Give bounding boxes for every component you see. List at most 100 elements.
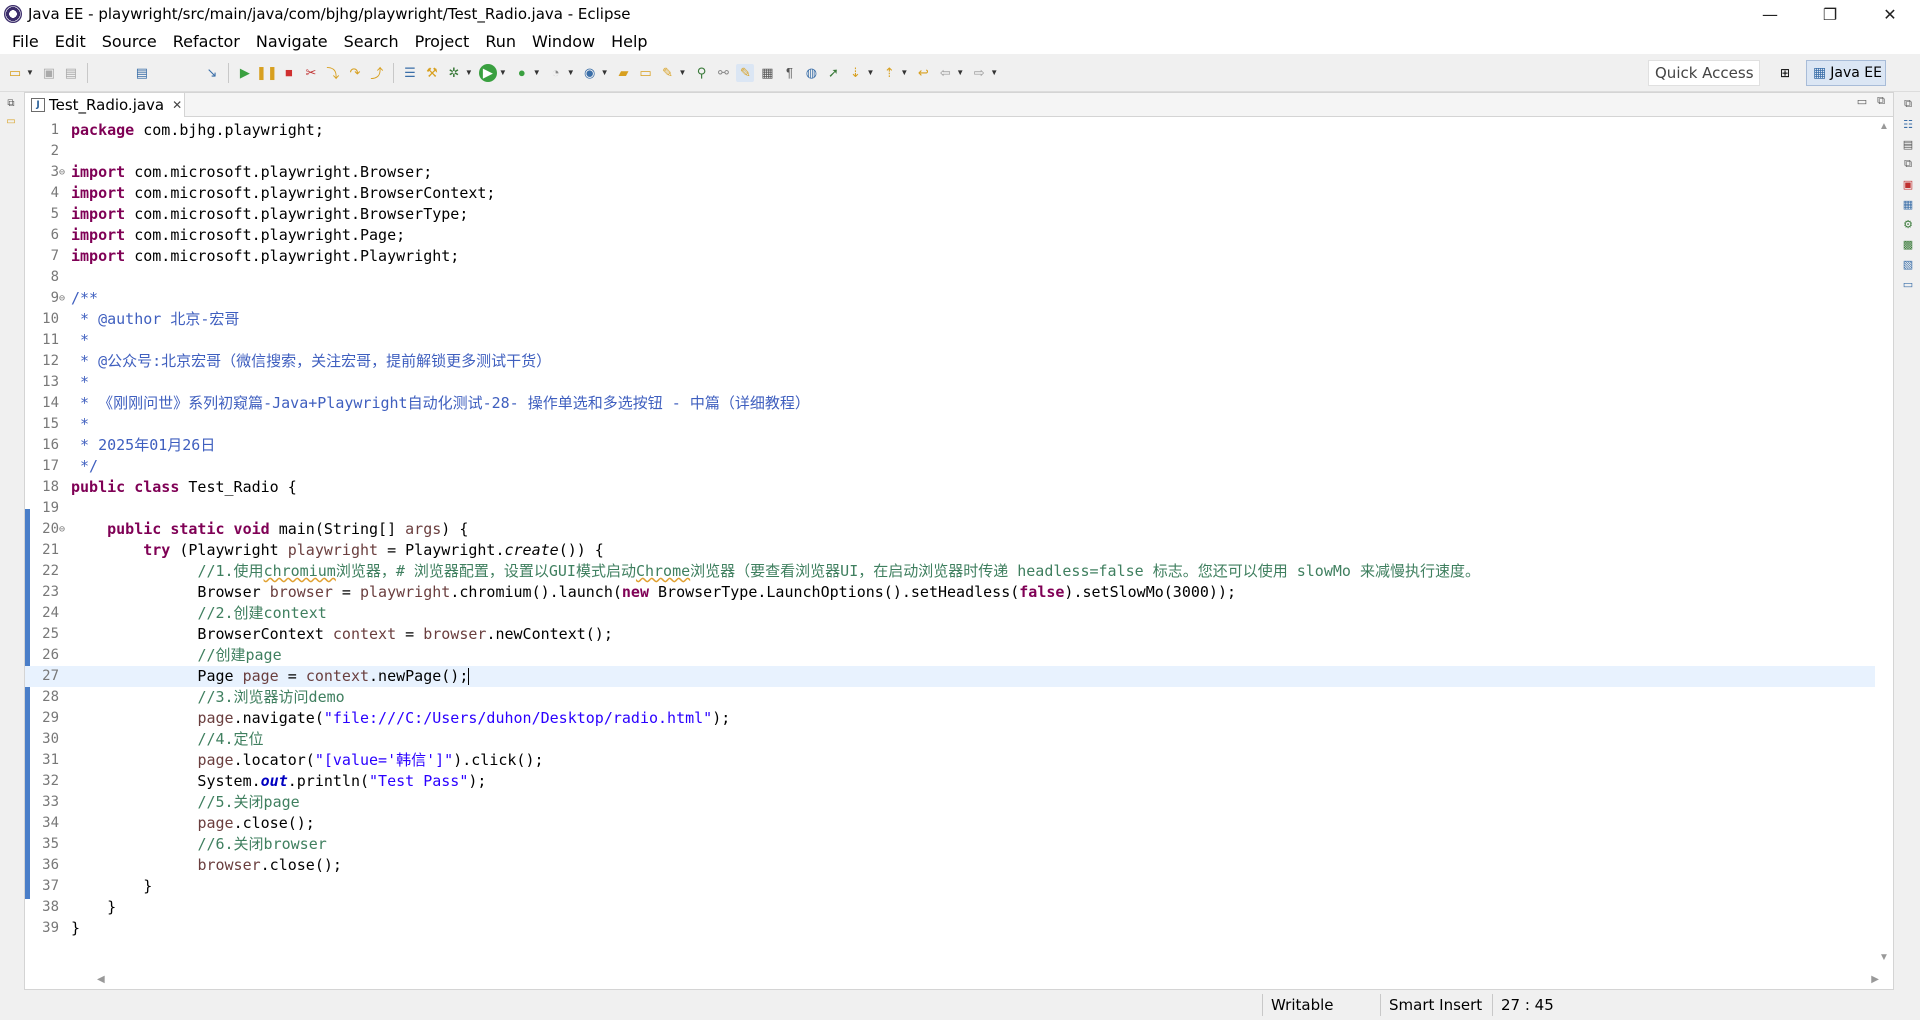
search-dropdown-icon[interactable]: ▼ [679,68,687,77]
code-line[interactable]: 39} [25,918,1893,939]
status-insert-mode[interactable]: Smart Insert [1380,994,1492,1016]
horizontal-scrollbar[interactable]: ◀ ▶ [71,971,1881,989]
servers-icon[interactable]: ☰ [401,64,419,82]
snippets-icon[interactable]: ▧ [1900,256,1916,272]
terminal-icon[interactable]: ▤ [133,64,151,82]
code-line[interactable]: 26 //创建page [25,645,1893,666]
toggle-annotation-icon[interactable]: ⚲ [692,64,710,82]
menu-navigate[interactable]: Navigate [248,32,336,51]
close-button[interactable]: ✕ [1860,0,1920,28]
menu-source[interactable]: Source [94,32,165,51]
minimize-button[interactable]: — [1740,0,1800,28]
code-line[interactable]: 21 try (Playwright playwright = Playwrig… [25,540,1893,561]
menu-window[interactable]: Window [524,32,603,51]
restore-view-icon[interactable]: ⧉ [1900,156,1916,172]
code-line[interactable]: 38 } [25,897,1893,918]
project-explorer-icon[interactable]: ▭ [4,114,18,128]
code-line[interactable]: 27 Page page = context.newPage(); [25,666,1893,687]
open-perspective-icon[interactable]: ⊞ [1774,62,1796,84]
fold-toggle-icon[interactable]: ⊖ [59,519,69,540]
prev-annotation-dropdown-icon[interactable]: ▼ [900,68,908,77]
java-ee-perspective-button[interactable]: ▦ Java EE [1806,60,1886,86]
code-line[interactable]: 31 page.locator("[value='韩信']").click(); [25,750,1893,771]
last-edit-icon[interactable]: ↩ [914,64,932,82]
tab-close-icon[interactable]: ✕ [172,98,182,112]
menu-help[interactable]: Help [603,32,655,51]
code-line[interactable]: 20 ⊖ public static void main(String[] arg… [25,519,1893,540]
code-line[interactable]: 2 [25,141,1893,162]
menu-file[interactable]: File [4,32,47,51]
prev-annotation-icon[interactable]: ⇡ [880,64,898,82]
minimize-editor-icon[interactable]: ▭ [1857,95,1867,108]
new-icon[interactable]: ▭ [6,64,24,82]
code-line[interactable]: 22 //1.使用chromium浏览器，# 浏览器配置，设置以GUI模式启动C… [25,561,1893,582]
highlight-icon[interactable]: ✎ [736,63,755,82]
forward-dropdown-icon[interactable]: ▼ [990,68,998,77]
tab-test-radio-java[interactable]: J Test_Radio.java ✕ [25,93,185,117]
code-line[interactable]: 4 import com.microsoft.playwright.Browser… [25,183,1893,204]
block-selection-icon[interactable]: ▦ [758,64,776,82]
code-line[interactable]: 11 * [25,330,1893,351]
code-line[interactable]: 13 * [25,372,1893,393]
new-server-dropdown-icon[interactable]: ▼ [567,68,575,77]
new-server-icon[interactable]: ◔ [547,64,565,82]
run-icon[interactable]: ▶ [478,63,497,82]
code-line[interactable]: 9 ⊖/** [25,288,1893,309]
scroll-up-icon[interactable]: ▲ [1879,121,1889,132]
code-line[interactable]: 37 } [25,876,1893,897]
mark-occurrences-icon[interactable]: ⚯ [714,64,732,82]
code-line[interactable]: 16 * 2025年01月26日 [25,435,1893,456]
code-line[interactable]: 5 import com.microsoft.playwright.Browser… [25,204,1893,225]
code-line[interactable]: 34 page.close(); [25,813,1893,834]
data-source-icon[interactable]: ▩ [1900,236,1916,252]
code-line[interactable]: 10 * @author 北京-宏哥 [25,309,1893,330]
task-list-icon[interactable]: ▤ [1900,136,1916,152]
code-line[interactable]: 24 //2.创建context [25,603,1893,624]
code-line[interactable]: 23 Browser browser = playwright.chromium… [25,582,1893,603]
code-line[interactable]: 15 * [25,414,1893,435]
search-icon[interactable]: ✎ [659,64,677,82]
external-tools-dropdown-icon[interactable]: ▼ [533,68,541,77]
navigate-icon[interactable]: ➚ [824,64,842,82]
code-line[interactable]: 17 */ [25,456,1893,477]
menu-project[interactable]: Project [407,32,478,51]
new-class-dropdown-icon[interactable]: ▼ [601,68,609,77]
back-dropdown-icon[interactable]: ▼ [956,68,964,77]
debug-icon[interactable]: ✲ [445,64,463,82]
code-line[interactable]: 3 ⊖ import com.microsoft.playwright.Browse… [25,162,1893,183]
code-line[interactable]: 7 import com.microsoft.playwright.Playwri… [25,246,1893,267]
restore-view-icon[interactable]: ⧉ [4,96,18,110]
code-line[interactable]: 35 //6.关闭browser [25,834,1893,855]
open-type-icon[interactable]: ▰ [615,64,633,82]
save-all-icon[interactable]: ▤ [62,64,80,82]
code-line[interactable]: 32 System.out.println("Test Pass"); [25,771,1893,792]
restore-view-icon[interactable]: ⧉ [1900,96,1916,112]
code-line[interactable]: 29 page.navigate("file:///C:/Users/duhon… [25,708,1893,729]
maximize-editor-icon[interactable]: ⧉ [1877,95,1885,108]
web-browser-icon[interactable]: ◍ [802,64,820,82]
code-editor[interactable]: 1 package com.bjhg.playwright; 2 3 ⊖ import c… [25,117,1893,967]
forward-icon[interactable]: ⇨ [970,64,988,82]
new-dropdown-icon[interactable]: ▼ [26,68,34,77]
console-icon[interactable]: ▭ [1900,276,1916,292]
scroll-down-icon[interactable]: ▼ [1879,952,1889,963]
servers-view-icon[interactable]: ⚙ [1900,216,1916,232]
code-line[interactable]: 19 [25,498,1893,519]
suspend-icon[interactable]: ❚❚ [256,64,278,82]
next-annotation-icon[interactable]: ⇣ [846,64,864,82]
code-line[interactable]: 30 //4.定位 [25,729,1893,750]
menu-refactor[interactable]: Refactor [165,32,248,51]
back-icon[interactable]: ⇦ [936,64,954,82]
run-dropdown-icon[interactable]: ▼ [499,68,507,77]
build-icon[interactable]: ⚒ [423,64,441,82]
menu-search[interactable]: Search [336,32,407,51]
properties-icon[interactable]: ▦ [1900,196,1916,212]
menu-run[interactable]: Run [477,32,524,51]
quick-access-input[interactable]: Quick Access [1648,60,1760,86]
code-line[interactable]: 28 //3.浏览器访问demo [25,687,1893,708]
markers-icon[interactable]: ▣ [1900,176,1916,192]
scroll-left-icon[interactable]: ◀ [97,974,105,985]
fold-toggle-icon[interactable]: ⊖ [59,162,69,183]
code-line[interactable]: 12 * @公众号:北京宏哥（微信搜索，关注宏哥，提前解锁更多测试干货） [25,351,1893,372]
code-line[interactable]: 1 package com.bjhg.playwright; [25,120,1893,141]
